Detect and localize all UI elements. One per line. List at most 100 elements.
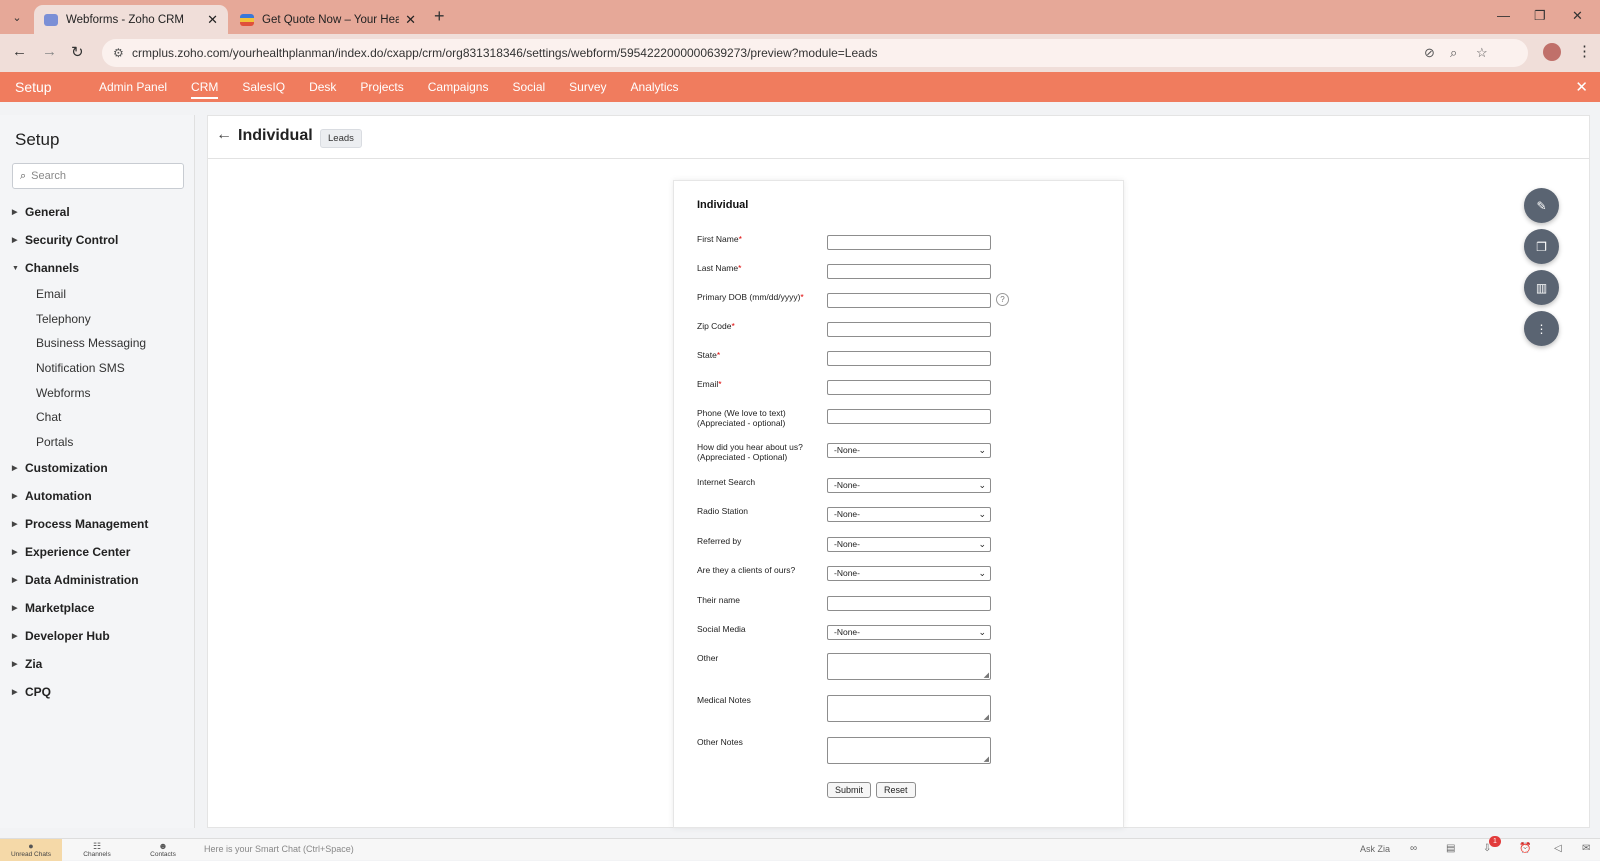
site-info-icon[interactable]: ⚙ — [113, 46, 124, 60]
sidebar-subitem-notification-sms[interactable]: Notification SMS — [0, 356, 195, 381]
new-tab-icon[interactable]: + — [434, 6, 445, 27]
nav-link-crm[interactable]: CRM — [191, 80, 219, 99]
help-icon[interactable]: ? — [996, 293, 1009, 306]
nav-link-analytics[interactable]: Analytics — [631, 80, 679, 99]
field-label: Last Name* — [697, 263, 742, 273]
sidebar-title: Setup — [15, 130, 60, 149]
chart-icon[interactable]: ▥ — [1524, 270, 1559, 305]
radio-station-select[interactable]: -None- ⌄ — [827, 507, 991, 522]
last-name-input[interactable] — [827, 264, 991, 279]
primary-dob-input[interactable] — [827, 293, 991, 308]
how-did-you-hear-select[interactable]: -None- ⌄ — [827, 443, 991, 458]
zia-icon[interactable]: ∞ — [1410, 843, 1417, 854]
back-icon[interactable]: ← — [12, 43, 27, 60]
chevron-down-icon: ⌄ — [978, 445, 986, 455]
sidebar-item-channels[interactable]: ▼ Channels — [0, 254, 195, 282]
profile-avatar[interactable] — [1543, 43, 1561, 61]
close-icon[interactable]: ✕ — [405, 12, 416, 28]
nav-link-social[interactable]: Social — [512, 80, 545, 99]
main-content: ← Individual Leads Individual First Name… — [207, 115, 1590, 828]
other-textarea[interactable]: ◢ — [827, 653, 991, 680]
medical-notes-textarea[interactable]: ◢ — [827, 695, 991, 722]
nav-link-survey[interactable]: Survey — [569, 80, 606, 99]
submit-button[interactable]: Submit — [827, 782, 872, 798]
referred-by-select[interactable]: -None- ⌄ — [827, 537, 991, 552]
contacts-button[interactable]: ☻ Contacts — [132, 839, 194, 861]
email-input[interactable] — [827, 380, 991, 395]
forward-icon[interactable]: → — [42, 43, 57, 60]
restore-icon[interactable]: ❐ — [1534, 8, 1546, 24]
sidebar-item-label: Process Management — [25, 517, 149, 532]
sidebar-item-cpq[interactable]: ▶ CPQ — [0, 678, 195, 706]
back-arrow-icon[interactable]: ← — [216, 126, 232, 144]
field-label: Primary DOB (mm/dd/yyyy)* — [697, 292, 804, 302]
clients-select[interactable]: -None- ⌄ — [827, 566, 991, 581]
sidebar-search-input[interactable]: ⌕ Search — [12, 163, 184, 189]
bookmark-star-icon[interactable]: ☆ — [1476, 45, 1488, 61]
smart-chat-input[interactable]: Here is your Smart Chat (Ctrl+Space) — [204, 844, 354, 854]
phone-input[interactable] — [827, 409, 991, 424]
reload-icon[interactable]: ↻ — [71, 43, 84, 61]
unread-chats-button[interactable]: ● Unread Chats — [0, 839, 62, 861]
channels-button[interactable]: ☷ Channels — [66, 839, 128, 861]
browser-tab-inactive[interactable]: Get Quote Now – Your Health Plan Man ✕ — [230, 5, 426, 34]
nav-link-salesiq[interactable]: SalesIQ — [242, 80, 285, 99]
alarm-icon[interactable]: ⏰ — [1519, 843, 1531, 854]
sidebar-item-security-control[interactable]: ▶ Security Control — [0, 226, 195, 254]
browser-tab-active[interactable]: Webforms - Zoho CRM ✕ — [34, 5, 228, 34]
ask-zia-button[interactable]: Ask Zia — [1360, 844, 1390, 854]
notes-icon[interactable]: ▤ — [1446, 843, 1455, 854]
social-media-select[interactable]: -None- ⌄ — [827, 625, 991, 640]
first-name-input[interactable] — [827, 235, 991, 250]
sidebar-item-developer-hub[interactable]: ▶ Developer Hub — [0, 622, 195, 650]
sidebar-subitem-telephony[interactable]: Telephony — [0, 307, 195, 332]
address-bar[interactable]: ⚙ crmplus.zoho.com/yourhealthplanman/ind… — [102, 39, 1528, 67]
sidebar-item-marketplace[interactable]: ▶ Marketplace — [0, 594, 195, 622]
internet-search-select[interactable]: -None- ⌄ — [827, 478, 991, 493]
sidebar-item-customization[interactable]: ▶ Customization — [0, 454, 195, 482]
tab-search-button[interactable]: ⌄ — [6, 7, 28, 27]
nav-link-admin-panel[interactable]: Admin Panel — [99, 80, 167, 99]
state-input[interactable] — [827, 351, 991, 366]
close-icon[interactable]: ✕ — [207, 12, 218, 28]
resize-grip-icon: ◢ — [983, 672, 989, 679]
their-name-input[interactable] — [827, 596, 991, 611]
caret-right-icon: ▶ — [12, 493, 18, 501]
announcement-icon[interactable]: ◁ — [1554, 843, 1562, 854]
window-close-icon[interactable]: ✕ — [1572, 8, 1583, 24]
sidebar-subitem-chat[interactable]: Chat — [0, 405, 195, 430]
field-label: Are they a clients of ours? — [697, 565, 796, 575]
sidebar-item-label: CPQ — [25, 685, 52, 700]
sidebar-subitem-portals[interactable]: Portals — [0, 430, 195, 455]
nav-link-desk[interactable]: Desk — [309, 80, 336, 99]
browser-tabbar: ⌄ Webforms - Zoho CRM ✕ Get Quote Now – … — [0, 0, 1600, 34]
sidebar-subitem-webforms[interactable]: Webforms — [0, 380, 195, 405]
more-vertical-icon[interactable]: ⋮ — [1524, 311, 1559, 346]
pencil-icon[interactable]: ✎ — [1524, 188, 1559, 223]
nav-link-projects[interactable]: Projects — [360, 80, 403, 99]
browser-menu-icon[interactable]: ⋮ — [1577, 42, 1592, 60]
close-setup-icon[interactable]: ✕ — [1575, 78, 1588, 96]
zoom-icon[interactable]: ⌕ — [1450, 45, 1457, 61]
sidebar-item-general[interactable]: ▶ General — [0, 198, 195, 226]
page-title: Individual — [238, 127, 313, 144]
sidebar-item-process-management[interactable]: ▶ Process Management — [0, 510, 195, 538]
other-notes-textarea[interactable]: ◢ — [827, 737, 991, 764]
sidebar-item-experience-center[interactable]: ▶ Experience Center — [0, 538, 195, 566]
copy-icon[interactable]: ❐ — [1524, 229, 1559, 264]
minimize-icon[interactable]: — — [1497, 8, 1510, 23]
sidebar-item-automation[interactable]: ▶ Automation — [0, 482, 195, 510]
sidebar-subitem-email[interactable]: Email — [0, 282, 195, 307]
bottom-bar: ● Unread Chats ☷ Channels ☻ Contacts Here i… — [0, 836, 1600, 861]
field-label: State* — [697, 350, 721, 360]
eye-off-icon[interactable]: ⊘ — [1424, 45, 1435, 61]
zip-code-input[interactable] — [827, 322, 991, 337]
sidebar-subitem-business-messaging[interactable]: Business Messaging — [0, 331, 195, 356]
sidebar-item-zia[interactable]: ▶ Zia — [0, 650, 195, 678]
sidebar-item-data-administration[interactable]: ▶ Data Administration — [0, 566, 195, 594]
notification-badge: 1 — [1489, 836, 1501, 847]
webform-preview: Individual First Name* Last Name* Primar… — [673, 180, 1124, 828]
nav-link-campaigns[interactable]: Campaigns — [428, 80, 489, 99]
feedback-icon[interactable]: ✉ — [1582, 843, 1590, 854]
reset-button[interactable]: Reset — [876, 782, 916, 798]
